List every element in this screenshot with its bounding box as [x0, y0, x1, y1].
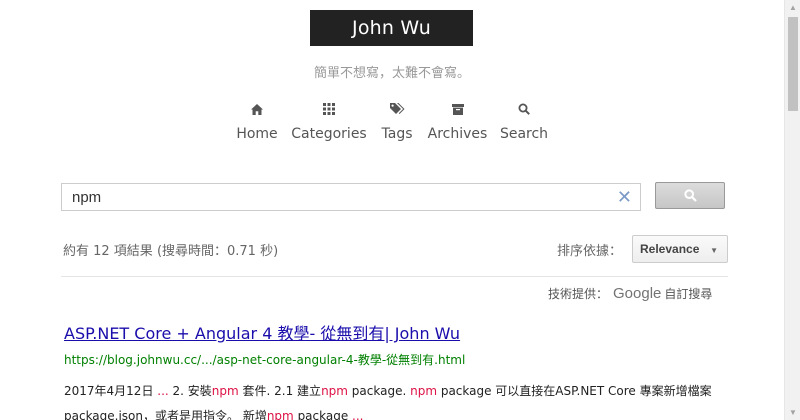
archive-icon: [451, 100, 464, 118]
search-button-icon: [683, 189, 697, 202]
snippet-text: package 可以直接在ASP.NET Core 專案新增檔案: [437, 384, 712, 398]
menu-label-archives: Archives: [427, 126, 488, 142]
main-menu: Home Categories Tags Archives Search: [0, 100, 784, 150]
result-stats: 約有 12 項結果 (搜尋時間：0.71 秒): [63, 244, 279, 259]
menu-item-categories[interactable]: Categories: [291, 100, 367, 142]
page: John Wu 簡單不想寫，太難不會寫。 Home Categories Tag…: [0, 0, 784, 420]
site-subtitle: 簡單不想寫，太難不會寫。: [313, 66, 470, 81]
snippet-highlight: npm: [266, 409, 294, 420]
snippet-date: 2017年4月12日: [64, 384, 154, 398]
google-logo: Google: [613, 284, 662, 302]
menu-item-home[interactable]: Home: [236, 100, 278, 142]
site-brand[interactable]: John Wu: [310, 10, 473, 46]
search-result: ASP.NET Core + Angular 4 教學- 從無到有| John …: [64, 320, 744, 420]
scroll-down-icon[interactable]: ▼: [789, 408, 797, 417]
result-title-link[interactable]: ASP.NET Core + Angular 4 教學- 從無到有| John …: [64, 320, 744, 344]
powered-prefix: 技術提供：: [548, 286, 609, 301]
snippet-highlight: npm: [211, 384, 239, 398]
sort-label: 排序依據：: [557, 244, 623, 259]
search-button[interactable]: [655, 182, 725, 209]
snippet-ellipsis: ...: [153, 384, 173, 398]
sort-dropdown[interactable]: Relevance ▼: [632, 235, 728, 263]
snippet-highlight: npm: [410, 384, 438, 398]
brand-title: John Wu: [352, 17, 431, 39]
search-icon: [518, 100, 530, 118]
snippet-text: 套件. 2.1 建立: [238, 384, 322, 398]
powered-suffix: 自訂搜尋: [664, 286, 713, 301]
menu-item-tags[interactable]: Tags: [381, 100, 413, 142]
vertical-scrollbar[interactable]: ▲ ▼: [784, 0, 800, 420]
menu-item-search[interactable]: Search: [499, 100, 549, 142]
clear-icon[interactable]: ✕: [617, 188, 632, 206]
snippet-text: package.: [347, 384, 411, 398]
menu-label-search: Search: [499, 126, 549, 142]
snippet-ellipsis: ...: [352, 409, 364, 420]
snippet-highlight: npm: [321, 384, 348, 398]
menu-item-archives[interactable]: Archives: [427, 100, 488, 142]
snippet-text: 2. 安裝: [172, 384, 212, 398]
snippet-text: package: [293, 409, 353, 420]
divider: [61, 276, 728, 277]
menu-label-tags: Tags: [381, 126, 413, 142]
scrollbar-thumb[interactable]: [788, 17, 798, 111]
powered-by: 技術提供： Google 自訂搜尋: [548, 283, 712, 303]
chevron-down-icon: ▼: [710, 246, 718, 255]
search-input-value: npm: [72, 189, 102, 206]
sort-dropdown-value: Relevance: [640, 242, 700, 256]
menu-label-categories: Categories: [291, 126, 367, 142]
search-input[interactable]: npm ✕: [61, 183, 641, 211]
menu-label-home: Home: [236, 126, 278, 142]
home-icon: [251, 100, 263, 118]
result-snippet: 2017年4月12日 ... 2. 安裝npm 套件. 2.1 建立npm pa…: [64, 379, 744, 420]
snippet-text: package.json，或者是用指令。 新增: [64, 409, 267, 420]
grid-icon: [323, 100, 335, 118]
result-url: https://blog.johnwu.cc/.../asp-net-core-…: [64, 353, 466, 367]
tags-icon: [389, 100, 405, 118]
scroll-up-icon[interactable]: ▲: [789, 3, 797, 12]
